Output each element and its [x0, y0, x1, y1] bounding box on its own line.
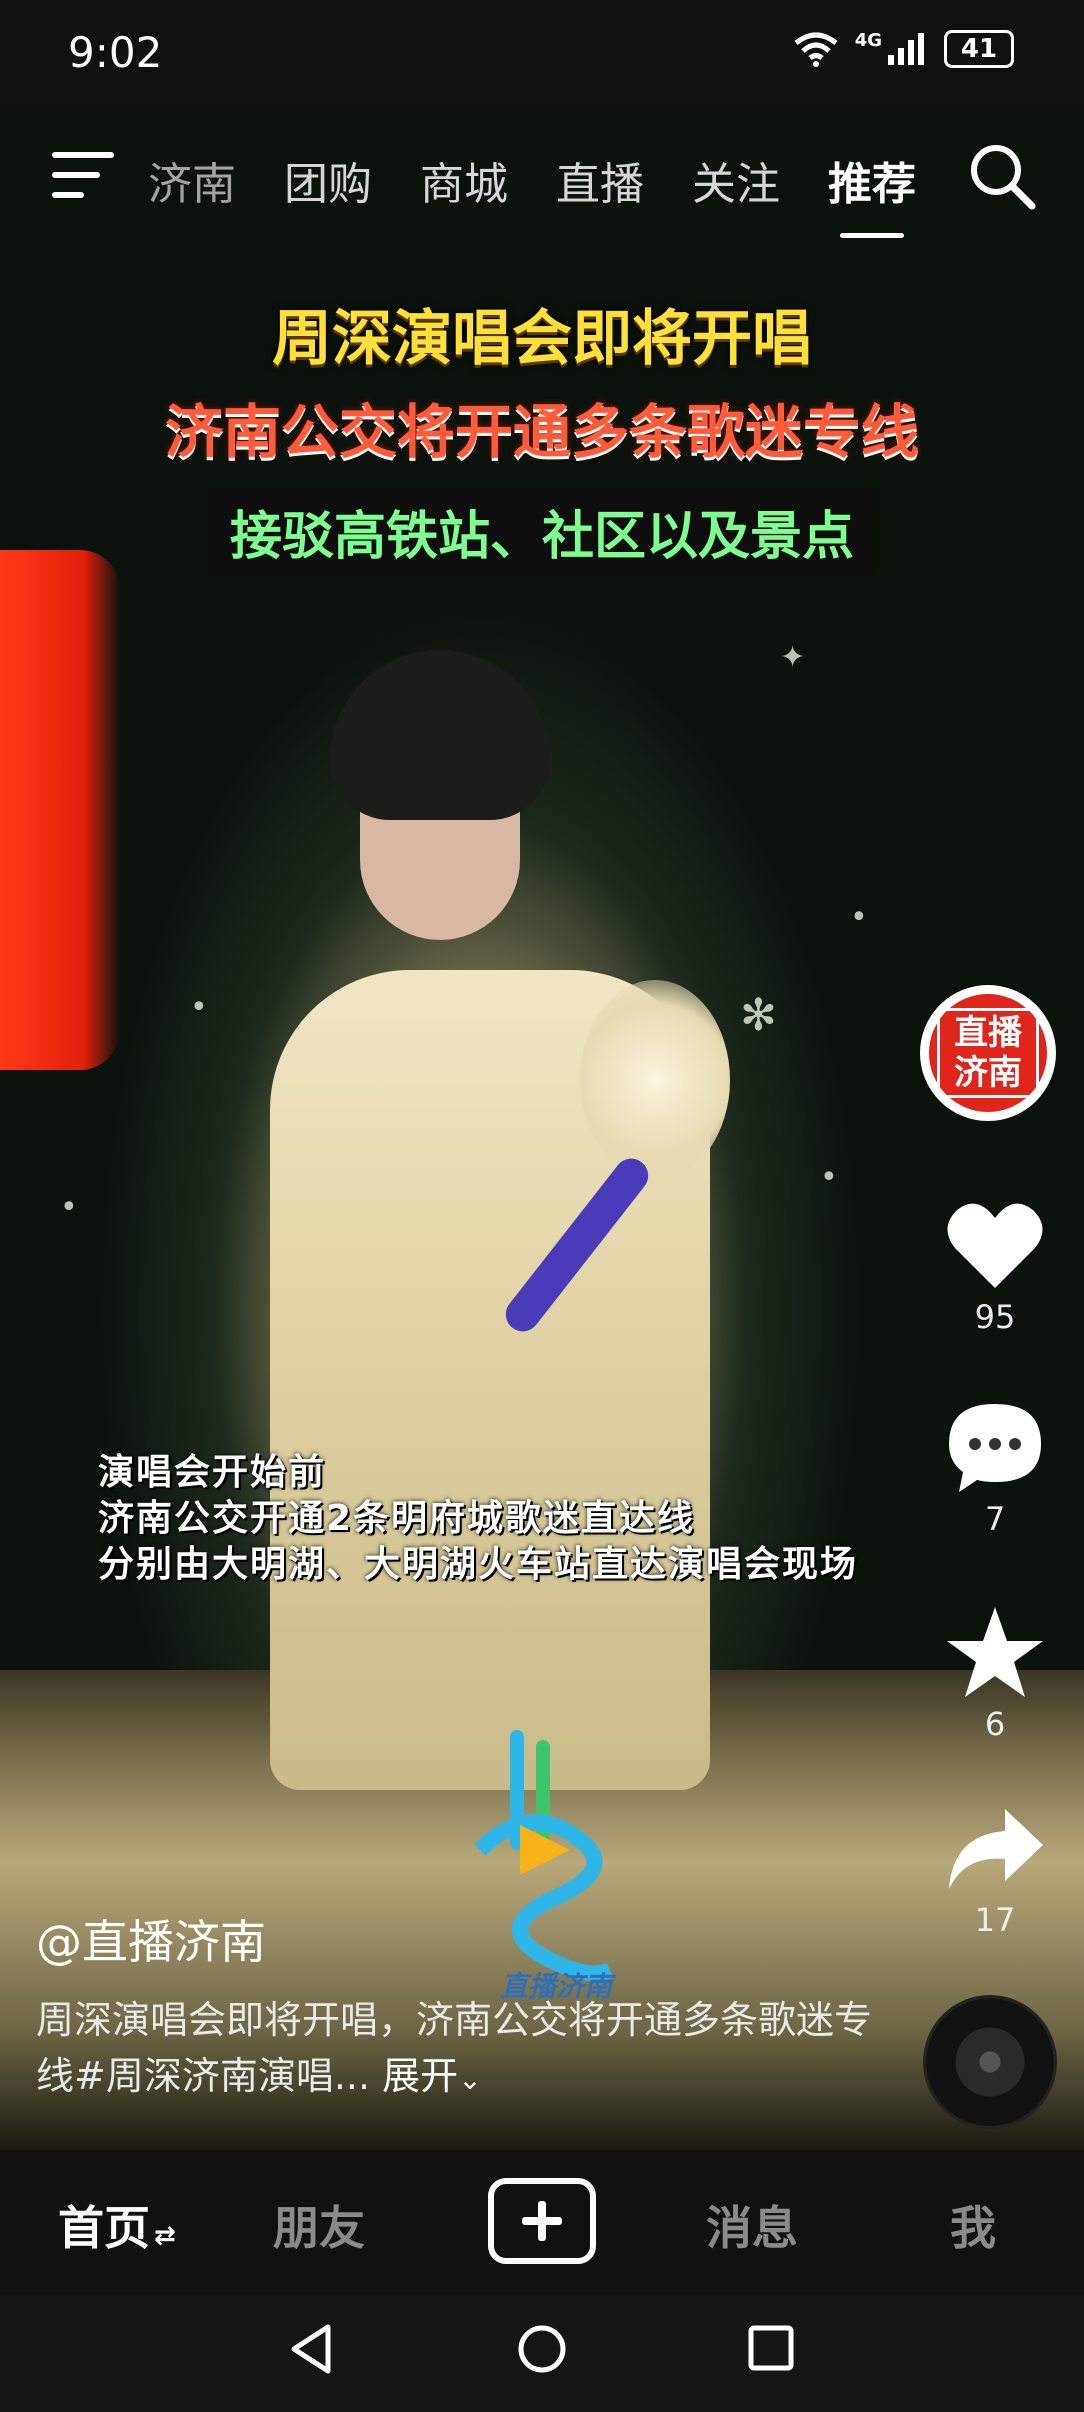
avatar-badge: 直播济南 — [929, 994, 1047, 1112]
subtitle-line: 分别由大明湖、大明湖火车站直达演唱会现场 — [98, 1544, 859, 1585]
status-bar: 9:02 4G 41 — [0, 0, 1084, 110]
tab-mall[interactable]: 商城 — [420, 148, 508, 212]
channel-logo — [474, 1730, 614, 1982]
tab-group-buy[interactable]: 团购 — [284, 148, 372, 212]
flower-bouquet — [580, 980, 730, 1180]
comment-icon — [949, 1404, 1041, 1492]
network-type: 4G — [854, 30, 882, 51]
status-icons: 4G 41 — [791, 30, 1014, 68]
like-count: 95 — [974, 1298, 1016, 1336]
avatar-text: 直播济南 — [937, 1008, 1039, 1098]
post-description[interactable]: 周深演唱会即将开唱，济南公交将开通多条歌迷专线#周深济南演唱... 展开⌄ — [36, 1992, 876, 2108]
snowflake: • — [190, 990, 208, 1025]
system-nav-bar — [0, 2295, 1084, 2412]
battery-level: 41 — [960, 34, 998, 64]
expand-label: 展开 — [382, 2054, 459, 2098]
tab-messages[interactable]: 消息 — [706, 2192, 798, 2258]
tab-home[interactable]: 首页 ⇄ — [58, 2192, 176, 2258]
snowflake: ✻ — [740, 990, 777, 1041]
stage-light — [0, 550, 120, 1070]
favorite-action[interactable]: 6 — [930, 1605, 1060, 1743]
home-icon[interactable] — [516, 2323, 568, 2375]
tab-home-label: 首页 — [58, 2201, 150, 2255]
author-name[interactable]: @直播济南 — [36, 1906, 266, 1972]
video-subtitles: 演唱会开始前 济南公交开通2条明府城歌迷直达线 分别由大明湖、大明湖火车站直达演… — [98, 1450, 858, 1588]
menu-icon[interactable] — [52, 150, 114, 200]
heart-icon — [947, 1203, 1043, 1288]
battery-icon: 41 — [944, 30, 1014, 68]
headline-3: 接驳高铁站、社区以及景点 — [207, 488, 876, 575]
comment-action[interactable]: 7 — [930, 1400, 1060, 1538]
create-post-button[interactable] — [488, 2178, 596, 2264]
music-disc-icon[interactable] — [926, 1998, 1054, 2126]
expand-button[interactable]: 展开⌄ — [382, 2054, 481, 2098]
switch-icon: ⇄ — [154, 2221, 176, 2251]
snowflake: • — [60, 1190, 78, 1225]
search-icon[interactable] — [966, 140, 1038, 212]
recents-icon[interactable] — [748, 2325, 794, 2371]
headline-2: 济南公交将开通多条歌迷专线 — [164, 398, 919, 466]
author-avatar[interactable]: 直播济南 — [920, 985, 1056, 1121]
tab-jinan[interactable]: 济南 — [148, 148, 236, 212]
snowflake: • — [850, 900, 868, 935]
subtitle-line: 济南公交开通2条明府城歌迷直达线 — [98, 1498, 696, 1539]
status-time: 9:02 — [68, 28, 163, 77]
chevron-down-icon: ⌄ — [458, 2063, 482, 2096]
tab-recommended[interactable]: 推荐 — [828, 148, 916, 238]
signal-icon — [888, 33, 924, 65]
headline-3-wrap: 接驳高铁站、社区以及景点 — [0, 488, 1084, 575]
tab-following[interactable]: 关注 — [692, 148, 780, 212]
tab-live[interactable]: 直播 — [556, 148, 644, 212]
subtitle-line: 演唱会开始前 — [98, 1452, 327, 1493]
wifi-icon — [794, 32, 838, 67]
tab-friends[interactable]: 朋友 — [273, 2192, 365, 2258]
share-icon — [949, 1809, 1043, 1889]
snowflake: • — [820, 1160, 838, 1195]
headline-1: 周深演唱会即将开唱 — [272, 304, 812, 374]
plus-icon — [522, 2201, 562, 2241]
share-action[interactable]: 17 — [930, 1805, 1060, 1939]
back-icon[interactable] — [288, 2323, 334, 2375]
like-action[interactable]: 95 — [930, 1200, 1060, 1336]
top-tabs: 济南 团购 商城 直播 关注 推荐 — [148, 148, 964, 238]
star-icon — [947, 1607, 1043, 1697]
singer-hair — [330, 650, 550, 820]
tab-me[interactable]: 我 — [950, 2192, 996, 2258]
comment-count: 7 — [984, 1500, 1006, 1538]
snowflake: ✦ — [780, 640, 806, 675]
favorite-count: 6 — [984, 1705, 1006, 1743]
share-count: 17 — [974, 1901, 1016, 1939]
